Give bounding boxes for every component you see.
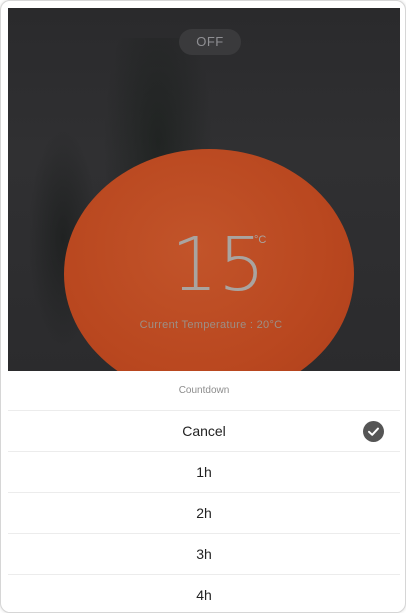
sheet-title: Countdown (8, 371, 400, 411)
check-circle-icon (363, 421, 384, 442)
temperature-unit: °C (254, 234, 267, 246)
option-label: 1h (196, 464, 212, 480)
power-toggle-button[interactable]: OFF (179, 29, 241, 55)
option-1h[interactable]: 1h (8, 452, 400, 493)
option-2h[interactable]: 2h (8, 493, 400, 534)
option-label: 2h (196, 505, 212, 521)
current-temperature-label: Current Temperature : 20°C (139, 319, 283, 331)
target-temperature: 15 (171, 222, 266, 308)
option-4h[interactable]: 4h (8, 575, 400, 612)
countdown-action-sheet: Countdown Cancel 1h 2h 3h 4h (8, 371, 400, 612)
option-label: 3h (196, 546, 212, 562)
option-3h[interactable]: 3h (8, 534, 400, 575)
option-label: 4h (196, 587, 212, 603)
phone-screen: OFF 15 °C Current Temperature : 20°C Cou… (0, 0, 406, 613)
option-label: Cancel (182, 423, 226, 439)
option-cancel[interactable]: Cancel (8, 411, 400, 452)
